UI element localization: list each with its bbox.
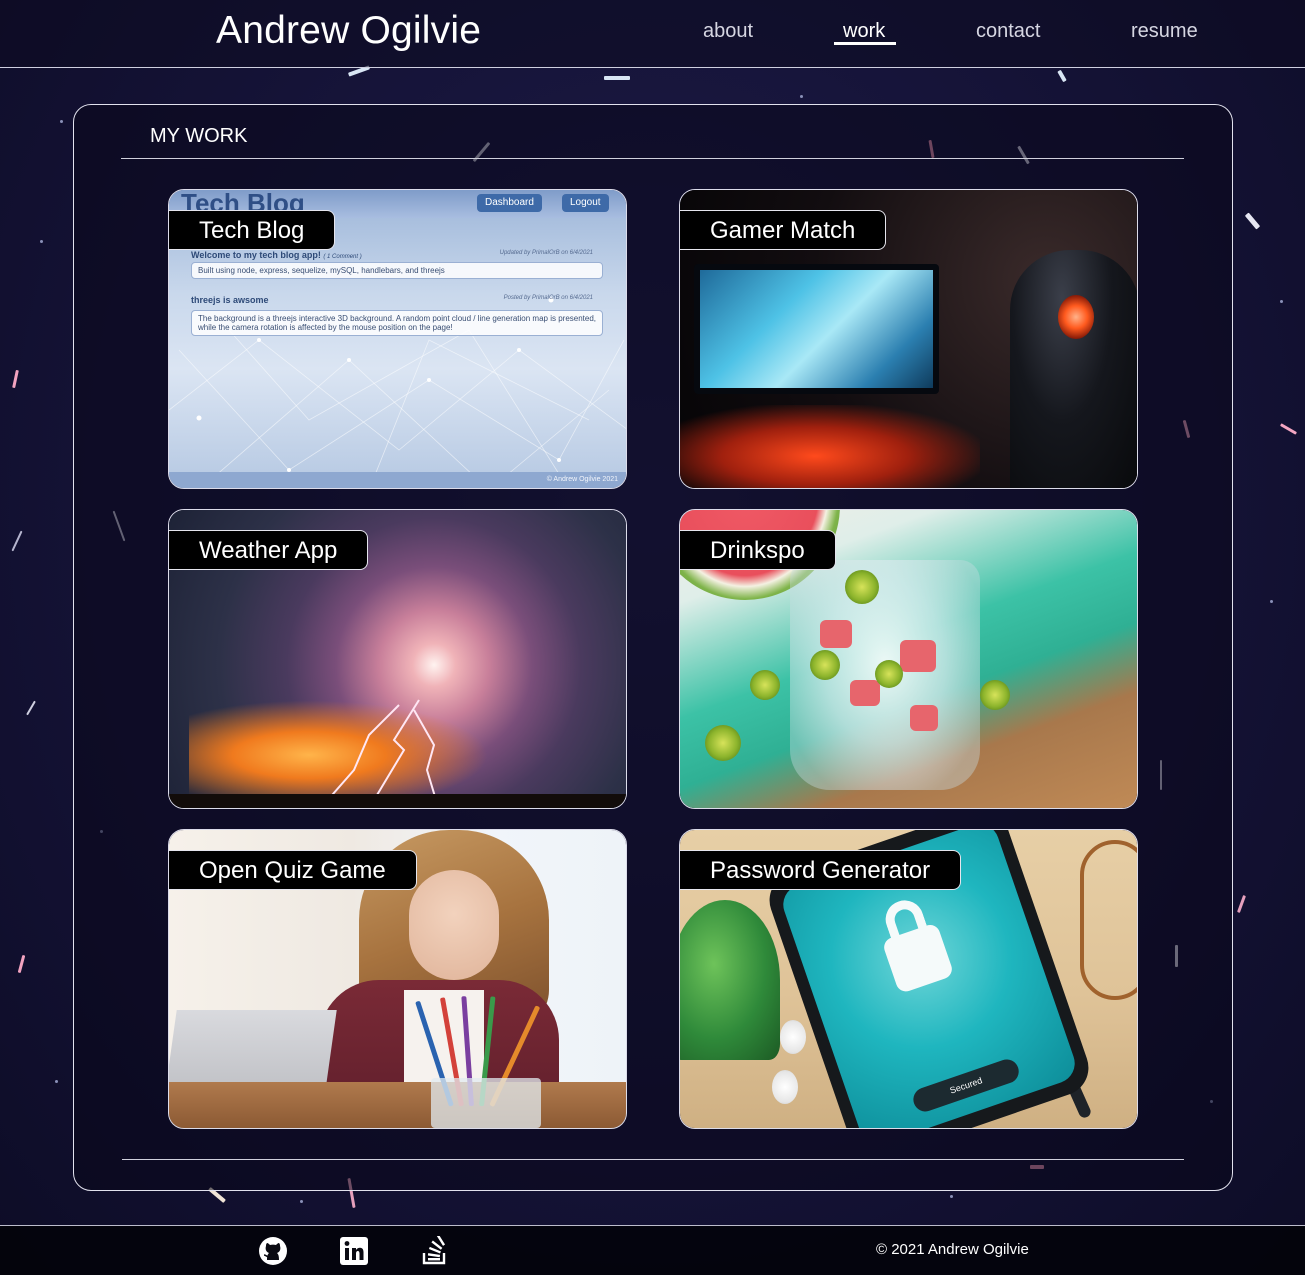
- nav-work[interactable]: work: [843, 20, 885, 43]
- project-title: Open Quiz Game: [169, 850, 417, 890]
- linkedin-icon[interactable]: [339, 1236, 369, 1266]
- secured-badge: Secured: [910, 1056, 1022, 1115]
- preview-logout-button: Logout: [562, 194, 609, 212]
- preview-post-title: Welcome to my tech blog app! ( 1 Comment…: [191, 250, 593, 260]
- section-divider-bottom: [122, 1159, 1184, 1160]
- nav-resume[interactable]: resume: [1131, 20, 1198, 43]
- project-card-drinkspo[interactable]: Drinkspo: [679, 509, 1138, 809]
- nav-active-indicator: [834, 42, 896, 45]
- section-title: MY WORK: [150, 125, 248, 147]
- preview-post-body: Built using node, express, sequelize, my…: [191, 262, 603, 279]
- site-footer: [0, 1225, 1305, 1275]
- project-card-gamer-match[interactable]: Gamer Match: [679, 189, 1138, 489]
- nav-about[interactable]: about: [703, 20, 753, 43]
- project-title: Tech Blog: [169, 210, 336, 250]
- preview-post-body: The background is a threejs interactive …: [191, 310, 603, 336]
- site-header: Andrew Ogilvie about work contact resume: [0, 0, 1305, 68]
- project-title: Gamer Match: [680, 210, 887, 250]
- project-title: Drinkspo: [680, 530, 836, 570]
- section-divider-top: [121, 158, 1184, 159]
- github-icon[interactable]: [258, 1236, 288, 1266]
- preview-dashboard-button: Dashboard: [477, 194, 542, 212]
- preview-post-title: threejs is awsome Posted by PrimalOrB on…: [191, 295, 593, 305]
- project-card-weather-app[interactable]: Weather App: [168, 509, 627, 809]
- project-card-tech-blog[interactable]: Tech Blog Dashboard Logout Welcome to my…: [168, 189, 627, 489]
- nav-contact[interactable]: contact: [976, 20, 1040, 43]
- project-card-open-quiz-game[interactable]: Open Quiz Game: [168, 829, 627, 1129]
- project-card-password-generator[interactable]: Secured Password Generator: [679, 829, 1138, 1129]
- stackoverflow-icon[interactable]: [420, 1234, 450, 1266]
- project-title: Weather App: [169, 530, 369, 570]
- site-brand[interactable]: Andrew Ogilvie: [216, 9, 481, 53]
- preview-footer: © Andrew Ogilvie 2021: [169, 472, 626, 488]
- copyright-text: © 2021 Andrew Ogilvie: [876, 1241, 1029, 1258]
- project-title: Password Generator: [680, 850, 962, 890]
